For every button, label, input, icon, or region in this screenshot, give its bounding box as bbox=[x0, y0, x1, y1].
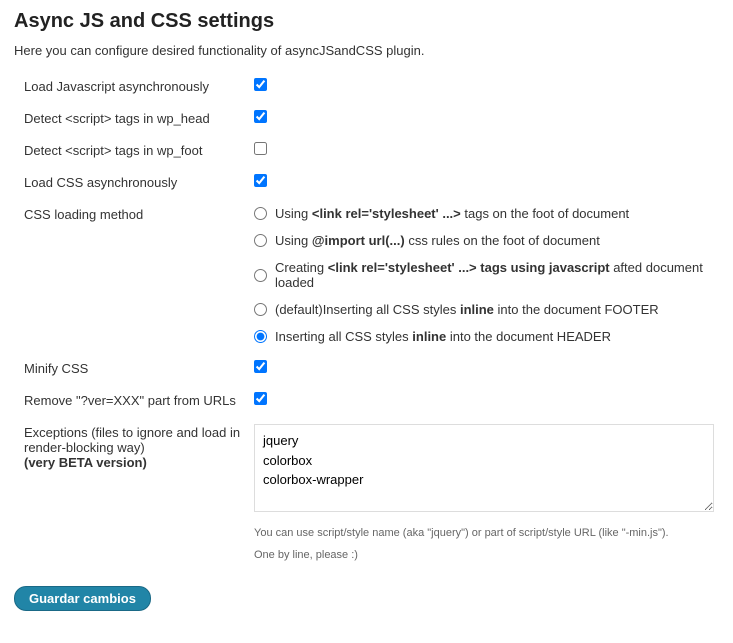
css-method-option-label: Creating <link rel='stylesheet' ...> tag… bbox=[275, 260, 719, 290]
css-method-radio[interactable] bbox=[254, 207, 267, 220]
exceptions-help: You can use script/style name (aka "jque… bbox=[254, 525, 719, 564]
css-method-label: CSS loading method bbox=[24, 206, 254, 222]
css-method-option-label: Using <link rel='stylesheet' ...> tags o… bbox=[275, 206, 629, 221]
css-method-radio[interactable] bbox=[254, 330, 267, 343]
detect-head-label: Detect <script> tags in wp_head bbox=[24, 110, 254, 126]
detect-foot-label: Detect <script> tags in wp_foot bbox=[24, 142, 254, 158]
css-method-option[interactable]: Inserting all CSS styles inline into the… bbox=[254, 329, 719, 344]
css-method-radio-group: Using <link rel='stylesheet' ...> tags o… bbox=[254, 206, 719, 344]
css-method-option[interactable]: Using @import url(...) css rules on the … bbox=[254, 233, 719, 248]
css-method-radio[interactable] bbox=[254, 269, 267, 282]
exceptions-textarea[interactable] bbox=[254, 424, 714, 512]
css-method-option-label: Using @import url(...) css rules on the … bbox=[275, 233, 600, 248]
load-js-async-label: Load Javascript asynchronously bbox=[24, 78, 254, 94]
css-method-radio[interactable] bbox=[254, 303, 267, 316]
load-css-async-checkbox[interactable] bbox=[254, 174, 267, 187]
minify-css-checkbox[interactable] bbox=[254, 360, 267, 373]
page-title: Async JS and CSS settings bbox=[14, 10, 719, 33]
css-method-radio[interactable] bbox=[254, 234, 267, 247]
remove-ver-checkbox[interactable] bbox=[254, 392, 267, 405]
exceptions-label: Exceptions (files to ignore and load in … bbox=[24, 424, 254, 470]
css-method-option[interactable]: Creating <link rel='stylesheet' ...> tag… bbox=[254, 260, 719, 290]
load-css-async-label: Load CSS asynchronously bbox=[24, 174, 254, 190]
remove-ver-label: Remove "?ver=XXX" part from URLs bbox=[24, 392, 254, 408]
page-description: Here you can configure desired functiona… bbox=[14, 43, 719, 58]
detect-head-checkbox[interactable] bbox=[254, 110, 267, 123]
css-method-option[interactable]: (default)Inserting all CSS styles inline… bbox=[254, 302, 719, 317]
detect-foot-checkbox[interactable] bbox=[254, 142, 267, 155]
css-method-option[interactable]: Using <link rel='stylesheet' ...> tags o… bbox=[254, 206, 719, 221]
minify-css-label: Minify CSS bbox=[24, 360, 254, 376]
css-method-option-label: (default)Inserting all CSS styles inline… bbox=[275, 302, 659, 317]
css-method-option-label: Inserting all CSS styles inline into the… bbox=[275, 329, 611, 344]
load-js-async-checkbox[interactable] bbox=[254, 78, 267, 91]
save-button[interactable]: Guardar cambios bbox=[14, 586, 151, 611]
